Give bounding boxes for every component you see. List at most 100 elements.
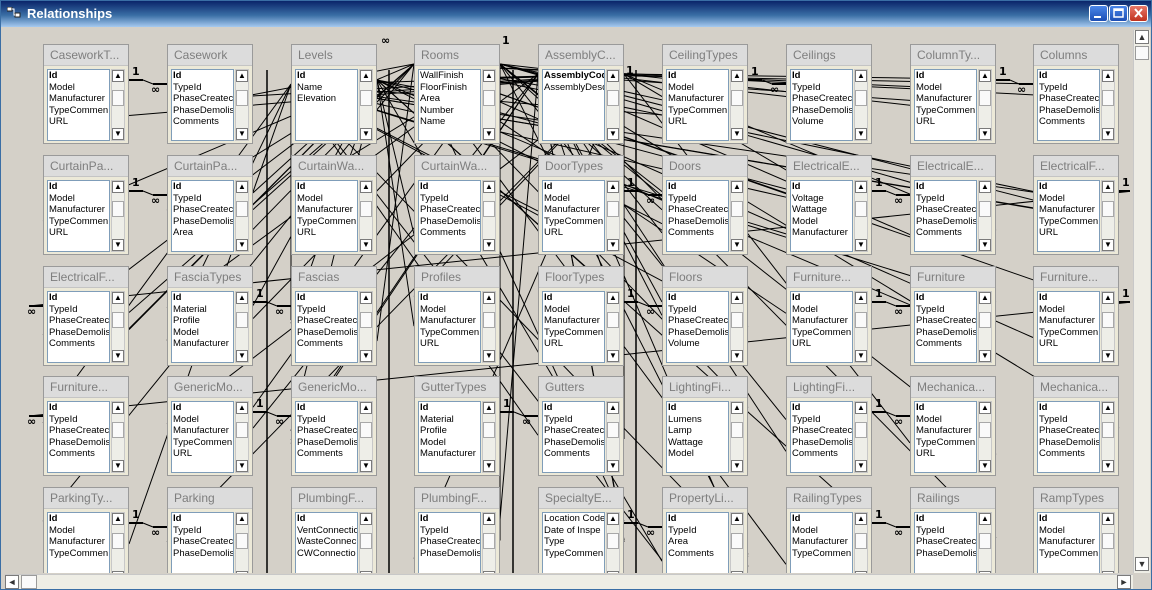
scroll-thumb[interactable] xyxy=(360,312,372,328)
table-title[interactable]: ColumnTy... xyxy=(911,45,995,66)
field-item[interactable]: Volume xyxy=(667,338,728,350)
scroll-down-arrow-icon[interactable]: ▼ xyxy=(731,239,743,251)
field-item[interactable]: Model xyxy=(543,193,604,205)
scroll-down-arrow-icon[interactable]: ▼ xyxy=(731,571,743,573)
table-title[interactable]: FloorTypes xyxy=(539,267,623,288)
field-item[interactable]: TypeCommen xyxy=(791,548,852,560)
field-list-scrollbar[interactable]: ▲▼ xyxy=(235,180,249,252)
table-title[interactable]: Mechanica... xyxy=(911,377,995,398)
scroll-thumb[interactable] xyxy=(855,201,867,217)
table-title[interactable]: LightingFi... xyxy=(663,377,747,398)
table-box[interactable]: CurtainWa... Id Model Manufacturer TypeComme… xyxy=(291,155,377,255)
field-item[interactable]: Id xyxy=(48,181,109,193)
scroll-thumb[interactable] xyxy=(112,533,124,549)
field-item[interactable]: PhaseCreatec xyxy=(296,315,357,327)
scroll-thumb[interactable] xyxy=(236,533,248,549)
field-list-scrollbar[interactable]: ▲▼ xyxy=(730,512,744,573)
table-title[interactable]: ParkingTy... xyxy=(44,488,128,509)
table-title[interactable]: ElectricalE... xyxy=(787,156,871,177)
scroll-up-arrow-icon[interactable]: ▲ xyxy=(979,292,991,304)
scroll-thumb[interactable] xyxy=(979,201,991,217)
field-item[interactable]: Id xyxy=(791,292,852,304)
field-item[interactable]: URL xyxy=(419,338,480,350)
scroll-thumb[interactable] xyxy=(731,312,743,328)
field-item[interactable]: TypeCommen xyxy=(48,548,109,560)
scroll-up-arrow-icon[interactable]: ▲ xyxy=(607,292,619,304)
field-item[interactable]: TypeId xyxy=(296,304,357,316)
horizontal-scroll-thumb[interactable] xyxy=(21,575,37,589)
field-list[interactable]: Id TypeId PhaseCreatec PhaseDemolis Comments xyxy=(418,180,481,252)
field-item[interactable]: Model xyxy=(48,193,109,205)
table-title[interactable]: Profiles xyxy=(415,267,499,288)
scroll-thumb[interactable] xyxy=(112,422,124,438)
table-title[interactable]: Furniture... xyxy=(1034,267,1118,288)
scroll-up-arrow-icon[interactable]: ▲ xyxy=(607,181,619,193)
field-list-scrollbar[interactable]: ▲▼ xyxy=(978,69,992,141)
field-item[interactable]: Manufacturer xyxy=(48,204,109,216)
field-item[interactable]: TypeCommen xyxy=(1038,216,1099,228)
table-title[interactable]: PlumbingF... xyxy=(292,488,376,509)
field-list[interactable]: Id Model Manufacturer TypeCommen URL xyxy=(1037,180,1100,252)
scroll-down-arrow-icon[interactable]: ▼ xyxy=(112,128,124,140)
field-list-scrollbar[interactable]: ▲▼ xyxy=(359,512,373,573)
table-title[interactable]: GutterTypes xyxy=(415,377,499,398)
scroll-up-arrow-icon[interactable]: ▲ xyxy=(112,70,124,82)
scroll-up-arrow-icon[interactable]: ▲ xyxy=(236,292,248,304)
scroll-down-arrow-icon[interactable]: ▼ xyxy=(979,571,991,573)
field-item[interactable]: PhaseCreatec xyxy=(419,204,480,216)
table-box[interactable]: GutterTypes Id Material Profile Model Manufac… xyxy=(414,376,500,476)
scroll-down-arrow-icon[interactable]: ▼ xyxy=(1102,128,1114,140)
table-box[interactable]: CaseworkT... Id Model Manufacturer TypeComme… xyxy=(43,44,129,144)
field-list-scrollbar[interactable]: ▲▼ xyxy=(730,291,744,363)
field-item[interactable]: AssemblyDescript xyxy=(543,82,604,94)
scroll-down-arrow-icon[interactable]: ▼ xyxy=(483,350,495,362)
scroll-up-arrow-icon[interactable]: ▲ xyxy=(236,402,248,414)
field-item[interactable]: TypeId xyxy=(172,82,233,94)
field-item[interactable]: PhaseDemolis xyxy=(791,105,852,117)
field-item[interactable]: Comments xyxy=(791,448,852,460)
title-bar[interactable]: Relationships xyxy=(1,1,1151,27)
field-item[interactable]: Manufacturer xyxy=(48,536,109,548)
field-item[interactable]: TypeId xyxy=(791,82,852,94)
field-item[interactable]: Date of Inspe xyxy=(543,525,604,537)
scroll-up-arrow-icon[interactable]: ▲ xyxy=(236,70,248,82)
field-item[interactable]: Id xyxy=(172,181,233,193)
field-item[interactable]: Id xyxy=(48,292,109,304)
scroll-up-arrow-icon[interactable]: ▲ xyxy=(1102,181,1114,193)
field-item[interactable]: PhaseCreatec xyxy=(667,204,728,216)
field-item[interactable]: Id xyxy=(667,181,728,193)
scroll-thumb[interactable] xyxy=(607,90,619,106)
field-item[interactable]: Voltage xyxy=(791,193,852,205)
field-item[interactable]: Elevation xyxy=(296,93,357,105)
scroll-down-arrow-icon[interactable]: ▼ xyxy=(236,571,248,573)
field-list-scrollbar[interactable]: ▲▼ xyxy=(606,180,620,252)
scroll-up-arrow-icon[interactable]: ▲ xyxy=(607,513,619,525)
field-item[interactable]: PhaseCreatec xyxy=(48,425,109,437)
table-box[interactable]: ElectricalF... Id Model Manufacturer TypeCom… xyxy=(1033,155,1119,255)
field-item[interactable]: Comments xyxy=(419,227,480,239)
field-item[interactable]: URL xyxy=(1038,227,1099,239)
field-item[interactable]: PhaseCreatec xyxy=(172,93,233,105)
scroll-up-arrow-icon[interactable]: ▲ xyxy=(236,513,248,525)
field-list-scrollbar[interactable]: ▲▼ xyxy=(111,401,125,473)
scroll-thumb[interactable] xyxy=(1102,201,1114,217)
field-list[interactable]: Id TypeId PhaseCreatec PhaseDemolis Comments xyxy=(1037,401,1100,473)
table-box[interactable]: FasciaTypes Id Material Profile Model Manufac… xyxy=(167,266,253,366)
table-title[interactable]: GenericMo... xyxy=(292,377,376,398)
field-item[interactable]: TypeId xyxy=(419,193,480,205)
field-list[interactable]: Id TypeId Area Comments xyxy=(666,512,729,573)
field-list-scrollbar[interactable]: ▲▼ xyxy=(730,69,744,141)
field-item[interactable]: Model xyxy=(419,304,480,316)
field-item[interactable]: TypeCommen xyxy=(296,216,357,228)
field-item[interactable]: Comments xyxy=(915,227,976,239)
scroll-down-arrow-icon[interactable]: ▼ xyxy=(1102,239,1114,251)
scroll-down-arrow-icon[interactable]: ▼ xyxy=(483,460,495,472)
table-title[interactable]: CurtainWa... xyxy=(415,156,499,177)
field-item[interactable]: Comments xyxy=(296,448,357,460)
field-item[interactable]: PhaseCreatec xyxy=(915,315,976,327)
field-item[interactable]: FloorFinish xyxy=(419,82,480,94)
field-item[interactable]: Comments xyxy=(172,116,233,128)
scroll-up-arrow-icon[interactable]: ▲ xyxy=(855,513,867,525)
field-item[interactable]: Number xyxy=(419,105,480,117)
table-title[interactable]: CurtainPa... xyxy=(44,156,128,177)
